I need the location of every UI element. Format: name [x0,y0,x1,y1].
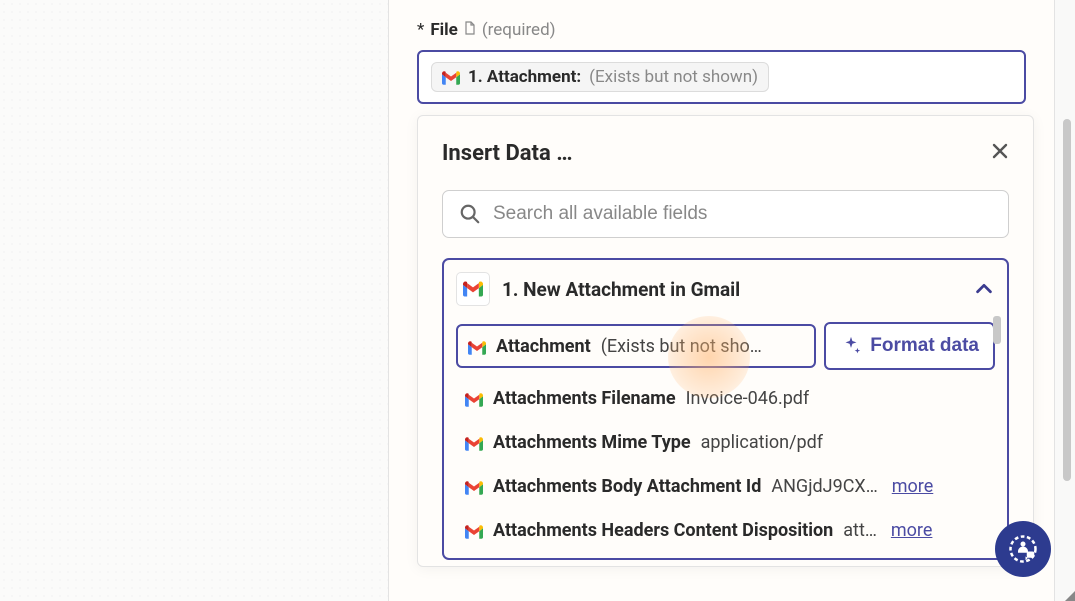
option-label: Attachments Body Attachment Id [493,476,761,497]
close-button[interactable] [991,140,1009,166]
selected-value-pill[interactable]: 1. Attachment: (Exists but not shown) [431,62,769,92]
search-input[interactable] [493,203,992,225]
canvas-background [0,0,388,601]
file-input[interactable]: 1. Attachment: (Exists but not shown) [417,50,1026,104]
file-icon [464,21,476,39]
option-label: Attachments Mime Type [493,432,691,453]
more-link[interactable]: more [891,520,933,541]
help-button[interactable] [995,521,1051,577]
option-attachments-filename[interactable]: Attachments Filename Invoice-046.pdf [456,376,995,420]
popover-header: Insert Data … [442,140,1009,166]
gmail-icon [468,339,486,353]
option-value: att… [843,520,877,541]
format-data-label: Format data [870,335,979,357]
popover-title: Insert Data … [442,141,573,166]
option-list: Attachments Filename Invoice-046.pdf Att… [456,376,995,552]
option-value: application/pdf [701,432,823,453]
field-name: File [430,20,458,40]
data-source-group: 1. New Attachment in Gmail Attachment (E… [442,258,1009,560]
option-label: Attachments Filename [493,388,676,409]
option-attachments-content-disposition[interactable]: Attachments Headers Content Disposition … [456,508,995,552]
pill-label: 1. Attachment: [468,67,581,87]
gmail-icon [465,479,483,493]
page-scrollbar[interactable] [1063,119,1071,481]
inner-scrollbar[interactable] [993,316,1001,344]
resize-corner[interactable] [1065,591,1075,601]
search-icon [459,203,481,225]
option-label: Attachments Headers Content Disposition [493,520,833,541]
insert-data-popover: Insert Data … 1. New Attachment in Gmail [417,115,1034,567]
search-field[interactable] [442,190,1009,238]
gmail-icon [465,523,483,537]
close-icon [991,142,1009,160]
gmail-icon [442,70,460,84]
first-option-row: Attachment (Exists but not sho… Format d… [456,322,995,370]
gmail-icon [463,281,483,297]
option-attachment[interactable]: Attachment (Exists but not sho… [456,324,816,368]
option-attachments-body-id[interactable]: Attachments Body Attachment Id ANGjdJ9CX… [456,464,995,508]
required-asterisk: * [417,20,424,40]
required-label: (required) [482,20,556,40]
more-link[interactable]: more [892,476,934,497]
format-data-button[interactable]: Format data [824,322,995,370]
group-header[interactable]: 1. New Attachment in Gmail [456,272,995,306]
sparkle-icon [840,335,862,357]
gmail-icon [465,435,483,449]
option-label: Attachment [496,336,591,357]
option-value: (Exists but not sho… [601,336,762,357]
app-icon [456,272,490,306]
option-value: Invoice-046.pdf [686,388,810,409]
gmail-icon [465,391,483,405]
help-icon [1008,534,1038,564]
field-label-row: * File (required) [417,20,1026,40]
pill-hint: (Exists but not shown) [589,67,758,87]
option-attachments-mime-type[interactable]: Attachments Mime Type application/pdf [456,420,995,464]
group-title: 1. New Attachment in Gmail [502,278,961,301]
chevron-up-icon[interactable] [973,278,995,300]
option-value: ANGjdJ9CX… [771,476,877,497]
